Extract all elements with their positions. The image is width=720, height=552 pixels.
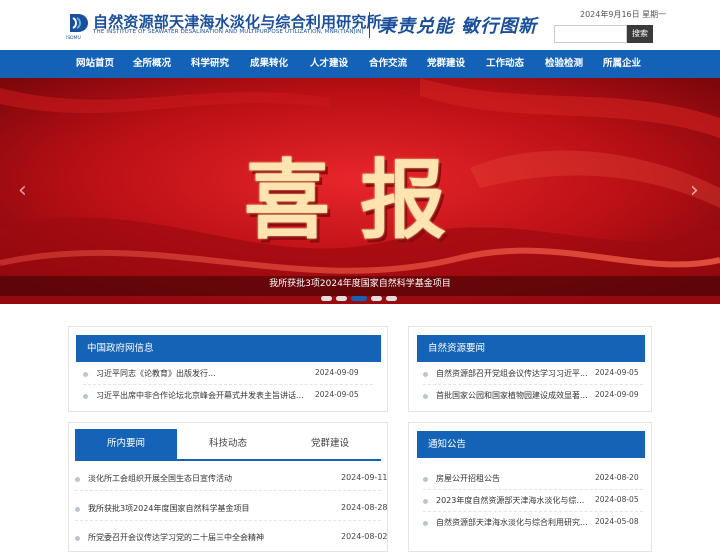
bullet-icon xyxy=(423,477,428,482)
list-item-title[interactable]: 习近平出席中非合作论坛北京峰会开幕式并发表主旨讲话... xyxy=(96,390,306,401)
carousel-prev-icon[interactable]: ‹ xyxy=(18,178,27,203)
list-item-title[interactable]: 我所获批3项2024年度国家自然科学基金项目 xyxy=(88,503,328,514)
list-item-date: 2024-09-11 xyxy=(341,473,388,482)
list-item-title[interactable]: 房屋公开招租公告 xyxy=(436,473,588,484)
current-date: 2024年9月16日 星期一 xyxy=(580,10,667,19)
nav-item-overview[interactable]: 全所概况 xyxy=(127,50,177,78)
list-item[interactable]: 自然资源部天津海水淡化与综合利用研究... 2024-05-08 xyxy=(423,517,651,531)
carousel-dot[interactable] xyxy=(321,296,332,301)
tab-tech-news[interactable]: 科技动态 xyxy=(177,429,279,459)
bullet-icon xyxy=(75,477,80,482)
nav-item-research[interactable]: 科学研究 xyxy=(185,50,235,78)
hero-carousel[interactable]: 喜报 ‹ › 我所获批3项2024年度国家自然科学基金项目 xyxy=(0,78,720,304)
list-item[interactable]: 首批国家公园和国家植物园建设成效显著... 2024-09-09 xyxy=(423,390,651,404)
site-header: ISDMU 自然资源部天津海水淡化与综合利用研究所 THE INSTITUTE … xyxy=(0,0,720,50)
site-title-english: THE INSTITUTE OF SEAWATER DESALINATION A… xyxy=(93,29,364,35)
gov-news-title[interactable]: 中国政府网信息 xyxy=(76,335,381,362)
row-divider xyxy=(83,384,373,385)
list-item-title[interactable]: 2023年度自然资源部天津海水淡化与综合... xyxy=(436,495,588,506)
list-item-date: 2024-08-28 xyxy=(341,503,388,512)
list-item-date: 2024-05-08 xyxy=(595,517,639,526)
notices-title[interactable]: 通知公告 xyxy=(417,431,645,458)
institute-news-panel: 所内要闻 科技动态 党群建设 淡化所工会组织开展全国生态日宣传活动 2024-0… xyxy=(68,422,388,552)
list-item-date: 2024-09-09 xyxy=(315,368,359,377)
search-button[interactable]: 搜索 xyxy=(627,25,653,43)
list-item-date: 2024-08-05 xyxy=(595,495,639,504)
search-input[interactable] xyxy=(554,25,627,43)
bullet-icon xyxy=(423,394,428,399)
list-item-title[interactable]: 自然资源部召开党组会议传达学习习近平... xyxy=(436,368,588,379)
carousel-dot[interactable] xyxy=(371,296,382,301)
banner-headline: 喜报 xyxy=(244,150,476,251)
list-item-date: 2024-09-05 xyxy=(315,390,359,399)
bullet-icon xyxy=(83,372,88,377)
gov-news-panel: 中国政府网信息 习近平同志《论教育》出版发行... 2024-09-09 习近平… xyxy=(68,326,388,412)
list-item[interactable]: 习近平出席中非合作论坛北京峰会开幕式并发表主旨讲话... 2024-09-05 xyxy=(83,390,383,404)
row-divider xyxy=(423,384,643,385)
calligraphy-slogan: 秉责兑能 敏行图新 xyxy=(378,16,538,37)
list-item[interactable]: 习近平同志《论教育》出版发行... 2024-09-09 xyxy=(83,368,383,382)
list-item-title[interactable]: 自然资源部天津海水淡化与综合利用研究... xyxy=(436,517,588,528)
tab-party-building[interactable]: 党群建设 xyxy=(279,429,381,459)
bullet-icon xyxy=(423,372,428,377)
list-item[interactable]: 我所获批3项2024年度国家自然科学基金项目 2024-08-28 xyxy=(75,503,388,517)
list-item-date: 2024-08-20 xyxy=(595,473,639,482)
list-item-date: 2024-09-05 xyxy=(595,368,639,377)
news-tabs: 所内要闻 科技动态 党群建设 xyxy=(75,429,381,459)
list-item-title[interactable]: 习近平同志《论教育》出版发行... xyxy=(96,368,306,379)
logo-divider xyxy=(369,12,370,38)
nav-item-talent[interactable]: 人才建设 xyxy=(304,50,354,78)
main-nav: 网站首页 全所概况 科学研究 成果转化 人才建设 合作交流 党群建设 工作动态 … xyxy=(0,50,720,78)
nav-item-achievements[interactable]: 成果转化 xyxy=(244,50,294,78)
carousel-next-icon[interactable]: › xyxy=(690,178,699,203)
list-item[interactable]: 房屋公开招租公告 2024-08-20 xyxy=(423,473,651,487)
list-item-title[interactable]: 所党委召开会议传达学习党的二十届三中全会精神 xyxy=(88,532,328,543)
nav-item-cooperation[interactable]: 合作交流 xyxy=(363,50,413,78)
list-item-date: 2024-09-09 xyxy=(595,390,639,399)
bullet-icon xyxy=(75,536,80,541)
list-item[interactable]: 自然资源部召开党组会议传达学习习近平... 2024-09-05 xyxy=(423,368,651,382)
banner-caption[interactable]: 我所获批3项2024年度国家自然科学基金项目 xyxy=(0,276,720,296)
carousel-dot[interactable] xyxy=(336,296,347,301)
logo-mark-label: ISDMU xyxy=(66,36,81,41)
list-item-title[interactable]: 淡化所工会组织开展全国生态日宣传活动 xyxy=(88,473,328,484)
nav-item-work-news[interactable]: 工作动态 xyxy=(480,50,530,78)
list-item[interactable]: 所党委召开会议传达学习党的二十届三中全会精神 2024-08-02 xyxy=(75,532,388,546)
carousel-dot[interactable] xyxy=(386,296,397,301)
nav-item-testing[interactable]: 检验检测 xyxy=(539,50,589,78)
row-divider xyxy=(423,511,643,512)
mnr-news-panel: 自然资源要闻 自然资源部召开党组会议传达学习习近平... 2024-09-05 … xyxy=(408,326,652,412)
row-divider xyxy=(75,520,381,521)
nav-item-enterprises[interactable]: 所属企业 xyxy=(597,50,647,78)
nav-item-home[interactable]: 网站首页 xyxy=(70,50,120,78)
list-item[interactable]: 2023年度自然资源部天津海水淡化与综合... 2024-08-05 xyxy=(423,495,651,509)
nav-item-party[interactable]: 党群建设 xyxy=(421,50,471,78)
mnr-news-title[interactable]: 自然资源要闻 xyxy=(417,335,645,362)
row-divider xyxy=(423,489,643,490)
institute-logo-icon[interactable] xyxy=(66,11,90,35)
bullet-icon xyxy=(423,499,428,504)
list-item[interactable]: 淡化所工会组织开展全国生态日宣传活动 2024-09-11 xyxy=(75,473,388,487)
list-item-title[interactable]: 首批国家公园和国家植物园建设成效显著... xyxy=(436,390,588,401)
tab-institute-news[interactable]: 所内要闻 xyxy=(75,429,177,459)
carousel-dot-active[interactable] xyxy=(351,296,367,301)
row-divider xyxy=(75,490,381,491)
bullet-icon xyxy=(423,521,428,526)
bullet-icon xyxy=(83,394,88,399)
tabs-underline xyxy=(75,459,381,461)
notices-panel: 通知公告 房屋公开招租公告 2024-08-20 2023年度自然资源部天津海水… xyxy=(408,422,652,552)
bullet-icon xyxy=(75,507,80,512)
